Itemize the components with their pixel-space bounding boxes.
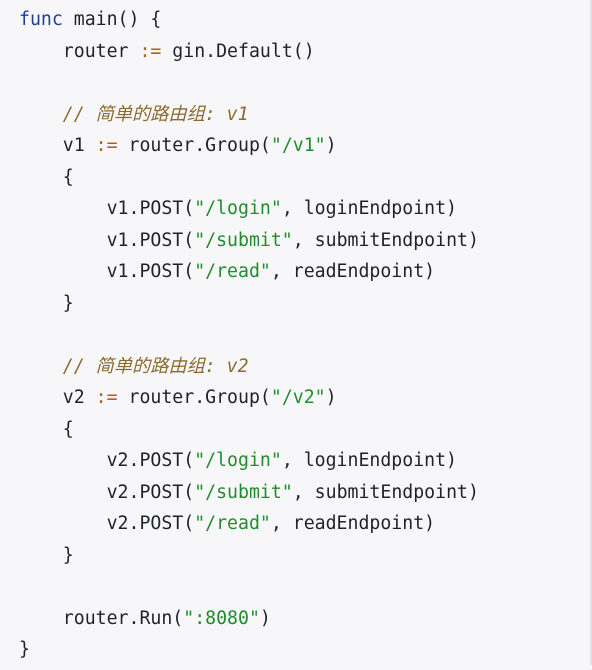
code-text: }	[19, 639, 30, 660]
code-line: v2.POST("/read", readEndpoint)	[19, 512, 590, 544]
code-text: , loginEndpoint)	[281, 198, 458, 219]
code-line: }	[19, 292, 590, 324]
code-line: v1 := router.Group("/v1")	[19, 134, 590, 166]
code-string: "/login"	[194, 198, 282, 219]
code-text: gin.Default()	[161, 40, 315, 62]
code-text: v1.POST(	[19, 261, 195, 282]
code-line: router.Run(":8080")	[19, 607, 590, 639]
code-line: {	[19, 418, 590, 450]
code-line: v2 := router.Group("/v2")	[19, 386, 590, 418]
code-text: v1.POST(	[19, 198, 195, 219]
code-lines: func main() { router := gin.Default() //…	[19, 8, 590, 670]
code-text: router.Group(	[117, 135, 271, 156]
code-text: v2.POST(	[19, 481, 195, 503]
code-text: , loginEndpoint)	[281, 450, 458, 471]
code-line: v1.POST("/read", readEndpoint)	[19, 260, 590, 292]
code-string: "/read"	[194, 513, 271, 534]
code-text: router	[19, 40, 140, 62]
code-line: // 简单的路由组: v2	[19, 355, 590, 387]
code-text: )	[325, 387, 337, 408]
code-line: // 简单的路由组: v1	[19, 103, 590, 135]
code-operator: :=	[95, 135, 118, 156]
code-line: router := gin.Default()	[19, 40, 590, 72]
code-text: , submitEndpoint)	[292, 481, 479, 503]
code-text: router.Group(	[117, 387, 271, 408]
code-string: "/submit"	[194, 481, 293, 503]
code-text: }	[19, 544, 74, 566]
code-text: router.Run(	[19, 607, 184, 629]
code-line: v2.POST("/submit", submitEndpoint)	[19, 481, 590, 513]
code-string: ":8080"	[183, 607, 260, 629]
code-keyword: func	[19, 9, 63, 30]
code-operator: :=	[95, 387, 118, 408]
code-line: v1.POST("/submit", submitEndpoint)	[19, 229, 590, 261]
code-text: {	[19, 166, 74, 188]
code-string: "/read"	[194, 261, 271, 282]
code-string: "/submit"	[194, 229, 293, 251]
code-text: , readEndpoint)	[270, 513, 436, 534]
code-text: )	[325, 135, 337, 156]
code-line: v2.POST("/login", loginEndpoint)	[19, 449, 590, 481]
code-line: v1.POST("/login", loginEndpoint)	[19, 197, 590, 229]
code-operator: :=	[139, 40, 162, 62]
code-text: main() {	[62, 9, 162, 30]
code-string: "/v2"	[270, 387, 326, 408]
code-text: }	[19, 292, 74, 314]
code-string: "/v1"	[270, 135, 326, 156]
code-string: "/login"	[194, 450, 282, 471]
code-comment: // 简单的路由组: v1	[19, 103, 249, 125]
code-line: {	[19, 166, 590, 198]
code-line: }	[19, 544, 590, 576]
code-text: v2.POST(	[19, 513, 195, 534]
code-text: , submitEndpoint)	[292, 229, 479, 251]
code-text: v2.POST(	[19, 450, 195, 471]
code-text: v2	[19, 387, 96, 408]
code-text: )	[259, 607, 271, 629]
code-block[interactable]: func main() { router := gin.Default() //…	[0, 0, 592, 665]
code-text: {	[19, 418, 74, 440]
code-comment: // 简单的路由组: v2	[19, 355, 249, 377]
code-text: v1.POST(	[19, 229, 195, 251]
code-text: , readEndpoint)	[270, 261, 436, 282]
code-line: func main() {	[19, 8, 590, 40]
code-text: v1	[19, 135, 96, 156]
